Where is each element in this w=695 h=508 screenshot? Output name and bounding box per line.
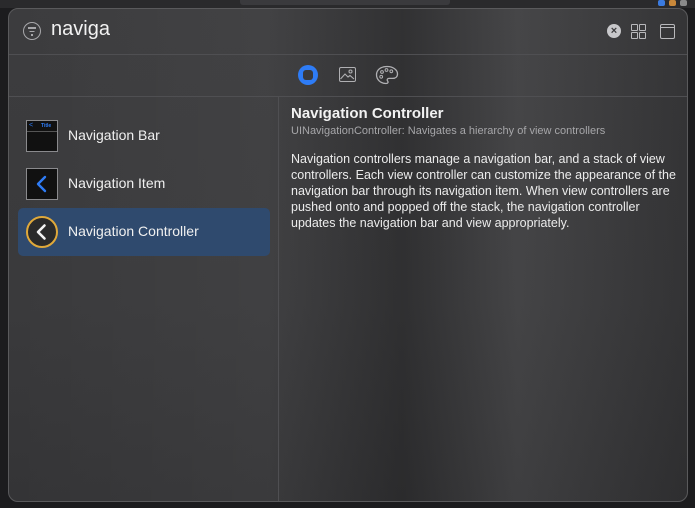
navigation-bar-icon: < Title — [26, 120, 58, 152]
list-item-navigation-controller[interactable]: Navigation Controller — [18, 208, 270, 256]
detail-subtitle: UINavigationController: Navigates a hier… — [291, 125, 606, 137]
library-tab-bar — [9, 54, 687, 97]
detail-description: Navigation controllers manage a navigati… — [291, 152, 676, 230]
clear-search-icon[interactable]: × — [607, 24, 621, 38]
image-icon — [339, 67, 356, 82]
menu-extra-icon — [680, 0, 687, 6]
navigation-item-icon — [26, 168, 58, 200]
object-list: < Title Navigation Bar Navigation Item N… — [9, 96, 279, 501]
list-item-label: Navigation Item — [68, 175, 166, 191]
tab-media[interactable] — [338, 65, 358, 85]
menu-extra-icon — [658, 0, 665, 6]
background-window-title — [240, 0, 450, 5]
list-item-label: Navigation Controller — [68, 223, 199, 239]
menu-extras — [658, 0, 687, 6]
search-input[interactable]: naviga — [51, 18, 110, 41]
background-window-strip — [0, 0, 695, 8]
window-layout-icon[interactable] — [660, 24, 675, 39]
search-bar: naviga × — [9, 9, 687, 55]
grid-view-icon[interactable] — [631, 24, 646, 39]
list-item-label: Navigation Bar — [68, 127, 160, 143]
navigation-controller-icon — [26, 216, 58, 248]
list-item-navigation-bar[interactable]: < Title Navigation Bar — [18, 112, 270, 160]
detail-title: Navigation Controller — [291, 105, 444, 122]
tab-colors[interactable] — [375, 65, 399, 85]
menu-extra-icon — [669, 0, 676, 6]
list-item-navigation-item[interactable]: Navigation Item — [18, 160, 270, 208]
filter-icon[interactable] — [23, 22, 41, 40]
object-details: Navigation Controller UINavigationContro… — [291, 105, 681, 231]
library-panel: naviga × < Title Navigation Bar Navigati… — [8, 8, 688, 502]
palette-icon — [375, 65, 399, 85]
tab-objects[interactable] — [298, 65, 318, 85]
